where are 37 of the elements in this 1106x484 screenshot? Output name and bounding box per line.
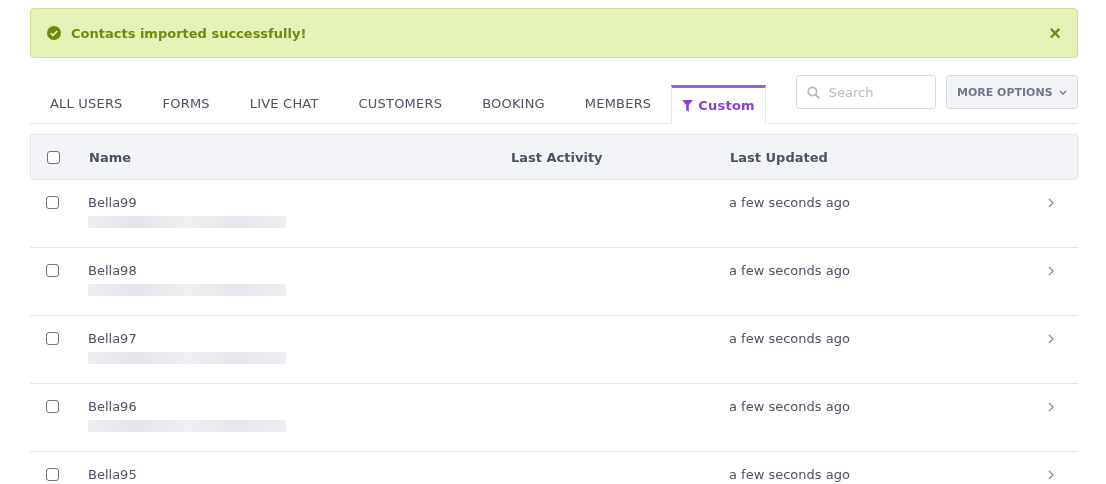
contact-name: Bella99: [88, 195, 138, 210]
caret-icon: [1058, 89, 1067, 95]
last-updated-text: a few seconds ago: [729, 263, 850, 278]
chevron-right-icon[interactable]: [1048, 266, 1054, 276]
last-updated-text: a few seconds ago: [729, 331, 850, 346]
last-updated-text: a few seconds ago: [729, 399, 850, 414]
chevron-right-icon[interactable]: [1048, 470, 1054, 480]
contact-name: Bella98: [88, 263, 138, 278]
tab[interactable]: MEMBERS: [564, 96, 672, 123]
alert-message: Contacts imported successfully!: [71, 25, 308, 41]
chevron-right-icon[interactable]: [1048, 402, 1054, 412]
check-circle-icon: [47, 26, 61, 40]
contact-name: Bella97: [88, 331, 138, 346]
tab[interactable]: LIVE CHAT: [229, 96, 339, 123]
tab[interactable]: CUSTOMERS: [338, 96, 463, 123]
tab[interactable]: ALL USERS: [30, 96, 143, 123]
filter-icon: [682, 99, 694, 112]
column-header: Name: [89, 149, 132, 165]
column-header: Last Activity: [511, 149, 604, 165]
tab[interactable]: FORMS: [142, 96, 230, 123]
row-checkbox[interactable]: [46, 332, 59, 345]
column-header: Last Updated: [730, 149, 829, 165]
tab[interactable]: BOOKING: [462, 96, 565, 123]
contact-name: Bella95: [88, 467, 138, 482]
select-all-checkbox[interactable]: [47, 150, 60, 164]
row-checkbox[interactable]: [46, 468, 59, 481]
chevron-right-icon[interactable]: [1048, 198, 1054, 208]
row-checkbox[interactable]: [46, 196, 59, 209]
chevron-right-icon[interactable]: [1048, 334, 1054, 344]
contact-name: Bella96: [88, 399, 138, 414]
tab[interactable]: Custom: [671, 85, 766, 124]
last-updated-text: a few seconds ago: [729, 467, 850, 482]
search-field[interactable]: Search: [795, 75, 936, 109]
last-updated-text: a few seconds ago: [729, 195, 850, 210]
row-checkbox[interactable]: [46, 400, 59, 413]
more-options-button[interactable]: MORE OPTIONS: [945, 75, 1078, 109]
row-checkbox[interactable]: [46, 264, 59, 277]
